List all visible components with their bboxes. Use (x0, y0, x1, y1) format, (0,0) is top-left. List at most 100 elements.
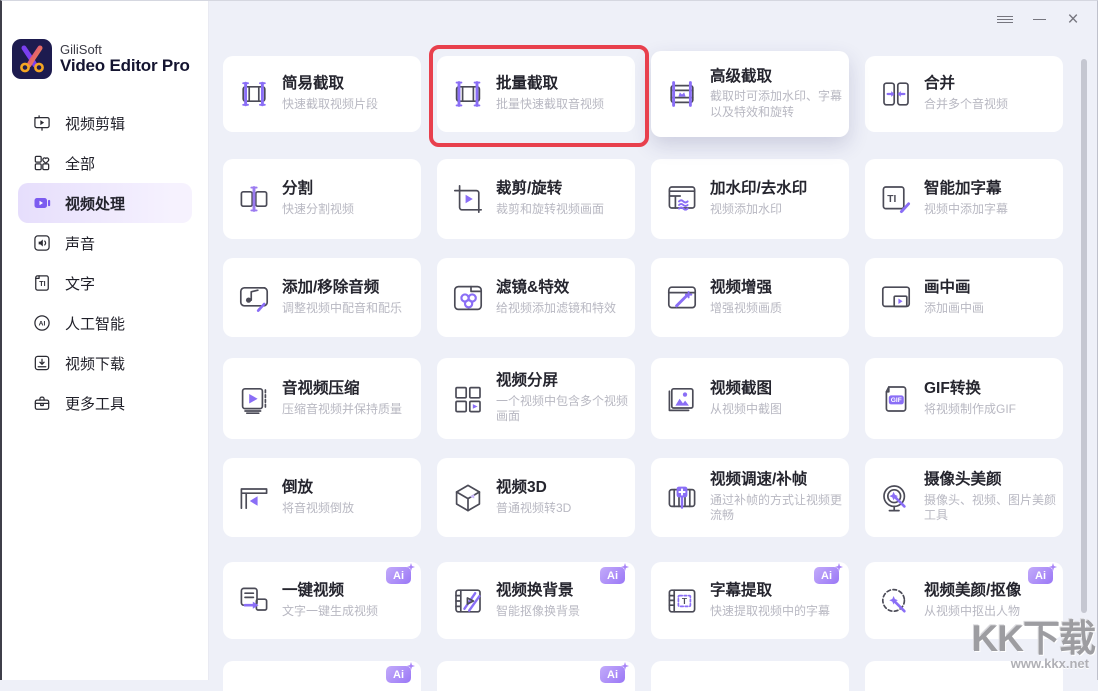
filter-fx-icon (450, 280, 486, 316)
sidebar-item-2[interactable]: 全部 (18, 143, 192, 183)
ai-onekey-icon (236, 583, 272, 619)
feature-card-bg-change[interactable]: 视频换背景智能抠像换背景Ai (437, 562, 635, 639)
card-desc: 通过补帧的方式让视频更流畅 (710, 493, 843, 524)
feature-card-gif-convert[interactable]: GIFGIF转换将视频制作成GIF (865, 358, 1063, 439)
ai-badge: Ai (600, 666, 625, 683)
sidebar-item-6[interactable]: AI 人工智能 (18, 303, 192, 343)
feature-card-partial[interactable] (651, 661, 849, 691)
sidebar-item-label: 全部 (65, 153, 95, 174)
feature-card-audio-edit[interactable]: 添加/移除音频调整视频中配音和配乐 (223, 258, 421, 337)
feature-card-video-3d[interactable]: 视频3D普通视频转3D (437, 458, 635, 537)
card-desc: 将音视频倒放 (282, 501, 354, 517)
card-desc: 视频中添加字幕 (924, 202, 1008, 218)
sidebar-item-4[interactable]: 声音 (18, 223, 192, 263)
feature-card-split-screen[interactable]: 视频分屏一个视频中包含多个视频画面 (437, 358, 635, 439)
brand: GiliSoft Video Editor Pro (12, 39, 190, 79)
feature-card-speed-frames[interactable]: 视频调速/补帧通过补帧的方式让视频更流畅 (651, 458, 849, 537)
card-title: 裁剪/旋转 (496, 180, 604, 198)
feature-card-beauty-matting[interactable]: 视频美颜/抠像从视频中抠出人物Ai (865, 562, 1063, 639)
split-icon (236, 181, 272, 217)
crop-rotate-icon (450, 181, 486, 217)
vertical-scrollbar[interactable] (1081, 59, 1087, 613)
sidebar-item-label: 声音 (65, 233, 95, 254)
card-desc: 截取时可添加水印、字幕以及特效和旋转 (710, 89, 843, 120)
feature-card-subtitle-ai[interactable]: TI智能加字幕视频中添加字幕 (865, 159, 1063, 239)
feature-card-crop-rotate[interactable]: 裁剪/旋转裁剪和旋转视频画面 (437, 159, 635, 239)
ai-badge: Ai (600, 567, 625, 584)
feature-card-clip-advanced[interactable]: 高级截取截取时可添加水印、字幕以及特效和旋转 (651, 51, 849, 137)
svg-text:AI: AI (39, 321, 46, 328)
beauty-cam-icon (878, 480, 914, 516)
feature-card-beauty-cam[interactable]: 摄像头美颜摄像头、视频、图片美颜工具 (865, 458, 1063, 537)
card-title: 高级截取 (710, 68, 843, 86)
subtitle-ai-icon: TI (878, 181, 914, 217)
sidebar-item-5[interactable]: TI文字 (18, 263, 192, 303)
feature-card-compress[interactable]: 音视频压缩压缩音视频并保持质量 (223, 358, 421, 439)
card-desc: 视频添加水印 (710, 202, 807, 218)
card-desc: 调整视频中配音和配乐 (282, 301, 402, 317)
svg-text:TI: TI (39, 280, 45, 288)
split-screen-icon (450, 381, 486, 417)
brand-company: GiliSoft (60, 43, 190, 57)
speed-frames-icon (664, 480, 700, 516)
card-desc: 快速提取视频中的字幕 (710, 604, 830, 620)
reverse-icon (236, 480, 272, 516)
app-logo-icon (12, 39, 52, 79)
feature-card-clip-simple[interactable]: 简易截取快速截取视频片段 (223, 56, 421, 132)
ai-badge: Ai (386, 666, 411, 683)
feature-card-clip-batch[interactable]: 批量截取批量快速截取音视频 (437, 56, 635, 132)
feature-card-merge[interactable]: 合并合并多个音视频 (865, 56, 1063, 132)
feature-card-partial[interactable] (865, 661, 1063, 691)
text-doc-icon: TI (32, 273, 52, 293)
feature-card-filter-fx[interactable]: 滤镜&特效给视频添加滤镜和特效 (437, 258, 635, 337)
card-desc: 添加画中画 (924, 301, 984, 317)
sidebar-item-3[interactable]: 视频处理 (18, 183, 192, 223)
card-desc: 增强视频画质 (710, 301, 782, 317)
card-title: 滤镜&特效 (496, 279, 616, 297)
card-desc: 批量快速截取音视频 (496, 97, 604, 113)
gif-convert-icon: GIF (878, 381, 914, 417)
feature-card-reverse[interactable]: 倒放将音视频倒放 (223, 458, 421, 537)
sidebar-item-label: 视频剪辑 (65, 113, 125, 134)
feature-card-partial[interactable]: Ai (437, 661, 635, 691)
feature-card-subtitle-extract[interactable]: T字幕提取快速提取视频中的字幕Ai (651, 562, 849, 639)
brand-product: Video Editor Pro (60, 57, 190, 76)
sidebar-item-label: 人工智能 (65, 313, 125, 334)
card-title: 摄像头美颜 (924, 471, 1057, 489)
sidebar-item-label: 更多工具 (65, 393, 125, 414)
close-icon[interactable]: × (1063, 10, 1083, 28)
minimize-icon[interactable] (1029, 10, 1049, 28)
feature-card-ai-onekey[interactable]: 一键视频文字一键生成视频Ai (223, 562, 421, 639)
feature-card-watermark[interactable]: 加水印/去水印视频添加水印 (651, 159, 849, 239)
card-desc: 从视频中截图 (710, 402, 782, 418)
ai-badge: Ai (814, 567, 839, 584)
card-title: 视频换背景 (496, 582, 580, 600)
sidebar-item-7[interactable]: 视频下载 (18, 343, 192, 383)
video-filled-icon (32, 193, 52, 213)
pip-icon (878, 280, 914, 316)
clip-batch-icon (450, 76, 486, 112)
download-icon (32, 353, 52, 373)
feature-card-enhance[interactable]: 视频增强增强视频画质 (651, 258, 849, 337)
card-desc: 快速分割视频 (282, 202, 354, 218)
card-desc: 给视频添加滤镜和特效 (496, 301, 616, 317)
feature-card-pip[interactable]: 画中画添加画中画 (865, 258, 1063, 337)
sidebar-item-1[interactable]: 视频剪辑 (18, 103, 192, 143)
sidebar-menu: 视频剪辑全部视频处理声音 TI文字 AI 人工智能视频下载更多工具 (2, 103, 208, 423)
menu-icon[interactable] (995, 10, 1015, 28)
card-desc: 将视频制作成GIF (924, 402, 1016, 418)
card-title: 添加/移除音频 (282, 279, 402, 297)
sidebar-item-8[interactable]: 更多工具 (18, 383, 192, 423)
sparkle-icon (1049, 563, 1057, 571)
sparkle-icon (621, 563, 629, 571)
card-title: 视频美颜/抠像 (924, 582, 1021, 600)
ai-circle-icon: AI (32, 313, 52, 333)
screenshot-icon (664, 381, 700, 417)
feature-card-partial[interactable]: Ai (223, 661, 421, 691)
watermark-icon (664, 181, 700, 217)
sparkle-icon (407, 563, 415, 571)
feature-card-split[interactable]: 分割快速分割视频 (223, 159, 421, 239)
feature-card-screenshot[interactable]: 视频截图从视频中截图 (651, 358, 849, 439)
card-title: 视频截图 (710, 380, 782, 398)
ai-badge: Ai (386, 567, 411, 584)
